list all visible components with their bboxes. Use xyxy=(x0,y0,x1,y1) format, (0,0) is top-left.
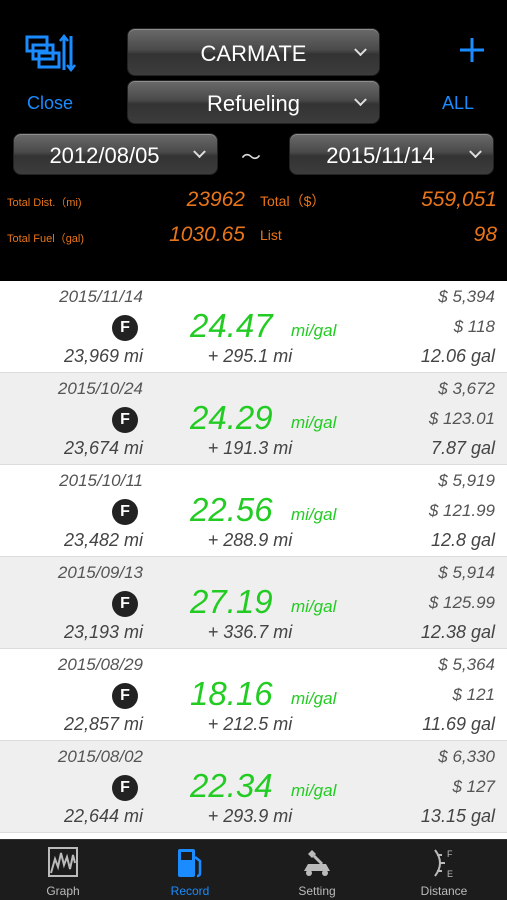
record-gallons: 7.87 gal xyxy=(430,438,495,458)
record-distance: + 191.3 mi xyxy=(207,438,293,458)
wrench-car-icon xyxy=(300,847,334,882)
status-bar xyxy=(0,0,507,24)
header: CARMATE Close Refueling ALL 2012/08/05 ～… xyxy=(0,24,507,281)
record-efficiency: 24.47 xyxy=(190,307,273,344)
record-gallons: 12.06 gal xyxy=(420,346,495,366)
record-price: $ 5,919 xyxy=(438,471,495,490)
list-count-label: List xyxy=(260,227,282,243)
record-odometer: 23,674 mi xyxy=(63,438,143,458)
tab-bar: Graph Record Setting F E Distance xyxy=(0,839,507,900)
fuel-badge-icon: F xyxy=(112,315,138,341)
list-item[interactable]: 2015/11/14 F 23,969 mi 24.47 mi/gal + 29… xyxy=(0,281,507,373)
start-date-value: 2012/08/05 xyxy=(49,143,160,168)
fuel-badge-icon: F xyxy=(112,775,138,801)
svg-text:F: F xyxy=(447,849,453,859)
record-cost: $ 127 xyxy=(452,777,495,796)
list-item[interactable]: 2015/10/24 F 23,674 mi 24.29 mi/gal + 19… xyxy=(0,373,507,465)
record-distance: + 288.9 mi xyxy=(207,530,293,550)
fuel-gauge-icon: F E xyxy=(429,847,459,884)
list-item[interactable]: 2015/10/11 F 23,482 mi 22.56 mi/gal + 28… xyxy=(0,465,507,557)
record-efficiency: 27.19 xyxy=(190,583,273,620)
record-date: 2015/08/29 xyxy=(57,655,143,674)
total-fuel-value: 1030.65 xyxy=(169,223,245,246)
record-efficiency: 18.16 xyxy=(190,675,273,712)
records-list[interactable]: 2015/11/14 F 23,969 mi 24.47 mi/gal + 29… xyxy=(0,281,507,839)
tab-record-label: Record xyxy=(170,884,210,898)
record-price: $ 5,364 xyxy=(438,655,495,674)
list-count-value: 98 xyxy=(473,223,497,246)
vehicle-select[interactable]: CARMATE xyxy=(127,28,380,76)
record-efficiency-unit: mi/gal xyxy=(291,597,337,616)
total-fuel-label: Total Fuel（gal) xyxy=(7,233,85,245)
fuel-badge-icon: F xyxy=(112,499,138,525)
record-date: 2015/09/13 xyxy=(57,563,143,582)
record-efficiency: 22.34 xyxy=(190,767,273,804)
svg-text:E: E xyxy=(447,869,453,879)
tab-setting-label: Setting xyxy=(298,884,336,898)
list-item[interactable]: 2015/09/13 F 23,193 mi 27.19 mi/gal + 33… xyxy=(0,557,507,649)
record-price: $ 6,330 xyxy=(438,747,495,766)
record-odometer: 23,193 mi xyxy=(63,622,143,642)
record-cost: $ 125.99 xyxy=(428,593,495,612)
record-type-select-value: Refueling xyxy=(207,91,300,116)
record-date: 2015/10/11 xyxy=(59,471,143,490)
sort-icon[interactable] xyxy=(24,33,76,73)
record-efficiency-unit: mi/gal xyxy=(291,321,337,340)
total-dist-label: Total Dist.（mi) xyxy=(7,197,82,209)
fuel-pump-icon xyxy=(175,847,205,884)
record-efficiency-unit: mi/gal xyxy=(291,781,337,800)
total-cost-label: Total（$） xyxy=(260,193,326,209)
end-date-value: 2015/11/14 xyxy=(326,143,435,168)
record-odometer: 22,857 mi xyxy=(63,714,143,734)
record-gallons: 12.38 gal xyxy=(420,622,495,642)
fuel-badge-icon: F xyxy=(112,407,138,433)
list-item[interactable]: 2015/08/02 F 22,644 mi 22.34 mi/gal + 29… xyxy=(0,741,507,833)
record-cost: $ 121 xyxy=(452,685,495,704)
graph-icon xyxy=(48,847,78,882)
record-distance: + 212.5 mi xyxy=(207,714,293,734)
record-odometer: 23,969 mi xyxy=(63,346,143,366)
record-price: $ 5,394 xyxy=(438,287,495,306)
record-cost: $ 121.99 xyxy=(428,501,495,520)
record-gallons: 11.69 gal xyxy=(422,714,495,734)
vehicle-select-value: CARMATE xyxy=(200,41,307,66)
record-date: 2015/11/14 xyxy=(59,287,143,306)
record-distance: + 295.1 mi xyxy=(207,346,293,366)
record-efficiency-unit: mi/gal xyxy=(291,413,337,432)
total-cost-value: 559,051 xyxy=(421,188,497,211)
fuel-badge-icon: F xyxy=(112,683,138,709)
close-button[interactable]: Close xyxy=(27,93,73,114)
end-date-select[interactable]: 2015/11/14 xyxy=(289,133,494,175)
record-gallons: 13.15 gal xyxy=(420,806,495,826)
plus-icon[interactable] xyxy=(458,36,486,64)
record-cost: $ 118 xyxy=(453,317,495,336)
total-dist-value: 23962 xyxy=(186,188,245,211)
list-item[interactable]: 2015/08/29 F 22,857 mi 18.16 mi/gal + 21… xyxy=(0,649,507,741)
record-efficiency-unit: mi/gal xyxy=(291,505,337,524)
record-price: $ 3,672 xyxy=(438,379,495,398)
record-date: 2015/10/24 xyxy=(57,379,143,398)
record-cost: $ 123.01 xyxy=(428,409,495,428)
tab-distance-label: Distance xyxy=(420,884,468,898)
tab-graph[interactable]: Graph xyxy=(0,840,126,900)
record-date: 2015/08/02 xyxy=(57,747,143,766)
record-efficiency: 22.56 xyxy=(190,491,273,528)
tab-distance[interactable]: F E Distance xyxy=(381,840,507,900)
record-type-select[interactable]: Refueling xyxy=(127,80,380,124)
record-odometer: 23,482 mi xyxy=(63,530,143,550)
record-price: $ 5,914 xyxy=(438,563,495,582)
record-efficiency: 24.29 xyxy=(190,399,273,436)
range-separator: ～ xyxy=(241,147,261,169)
start-date-select[interactable]: 2012/08/05 xyxy=(13,133,218,175)
all-button[interactable]: ALL xyxy=(442,93,474,114)
tab-graph-label: Graph xyxy=(46,884,80,898)
record-odometer: 22,644 mi xyxy=(63,806,143,826)
record-distance: + 336.7 mi xyxy=(207,622,293,642)
record-distance: + 293.9 mi xyxy=(207,806,293,826)
record-efficiency-unit: mi/gal xyxy=(291,689,337,708)
tab-record[interactable]: Record xyxy=(127,840,253,900)
tab-setting[interactable]: Setting xyxy=(254,840,380,900)
record-gallons: 12.8 gal xyxy=(430,530,495,550)
fuel-badge-icon: F xyxy=(112,591,138,617)
